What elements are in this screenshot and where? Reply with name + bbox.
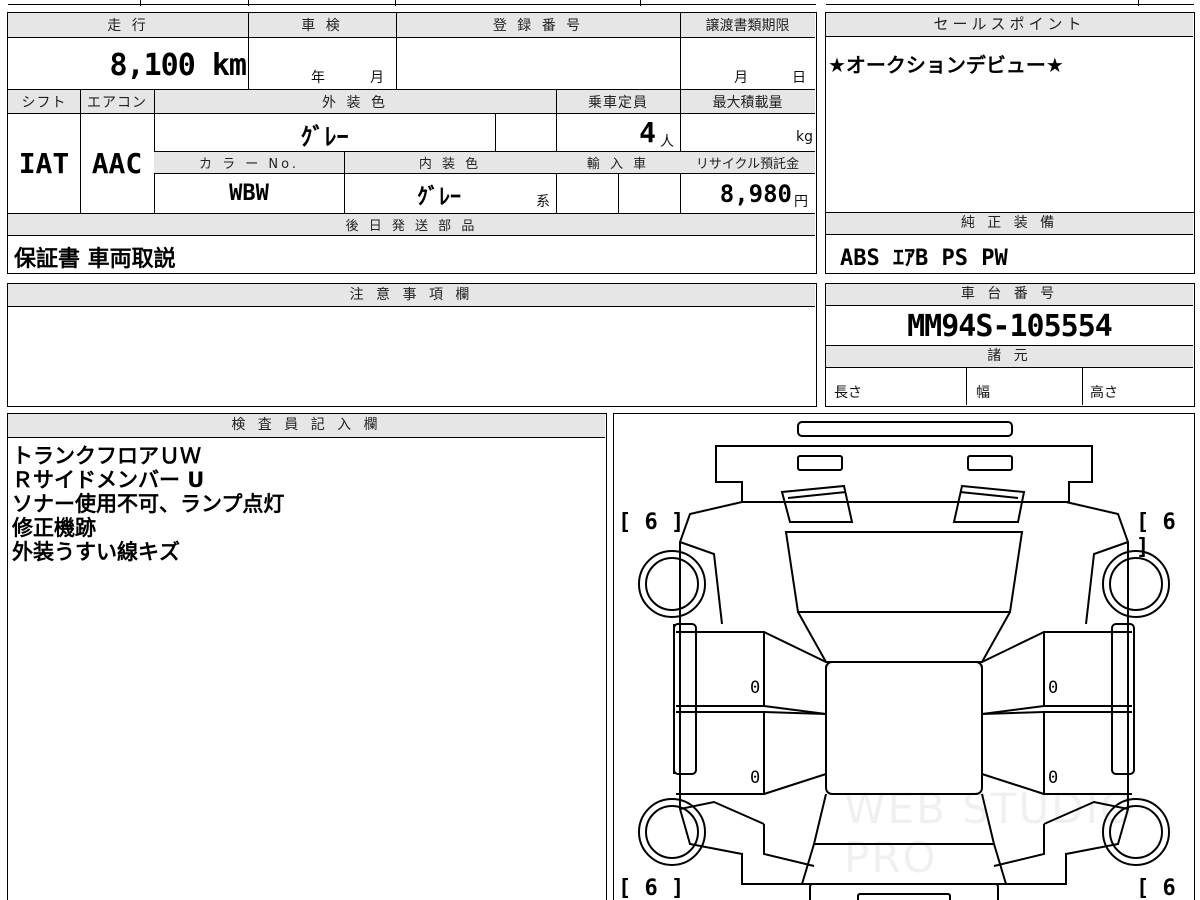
max-load-label: 最大積載量 [712, 95, 783, 111]
caution-label: 注 意 事 項 欄 [8, 284, 815, 307]
interior-color-value: ｸﾞﾚｰ [416, 185, 461, 210]
capacity-value: 4 [639, 116, 656, 149]
interior-color-label: 内 装 色 [418, 157, 482, 172]
sales-point-label: セールスポイント [826, 13, 1193, 37]
chassis-label: 車 台 番 号 [826, 284, 1193, 306]
inspector-note: ソナー使用不可、ランプ点灯 [12, 492, 285, 516]
inspector-notes-list: トランクフロアＵＷ Ｒサイドメンバー U ソナー使用不可、ランプ点灯 修正機跡 … [12, 444, 284, 564]
caution-box: 注 意 事 項 欄 [7, 283, 817, 407]
inspection-year: 年 [311, 70, 325, 86]
inspector-notes-label: 検 査 員 記 入 欄 [8, 414, 605, 438]
shift-value: IAT [18, 147, 70, 180]
chassis-number: MM94S-105554 [907, 309, 1113, 344]
later-parts-value: 保証書 車両取説 [14, 247, 176, 272]
inspector-notes-box: 検 査 員 記 入 欄 トランクフロアＵＷ Ｒサイドメンバー U ソナー使用不可… [7, 413, 607, 900]
recycle-fee-label: リサイクル預託金 [695, 157, 800, 172]
vehicle-info-table: 走 行 車 検 登 録 番 号 譲渡書類期限 8,100 km 年 月 月 日 … [7, 12, 817, 274]
import-label: 輸 入 車 [586, 157, 650, 172]
capacity-unit: 人 [660, 134, 674, 150]
color-no-value: WBW [229, 181, 269, 206]
shift-label: シフト [21, 95, 67, 111]
door-mark-left-front: 0 [750, 768, 761, 788]
inspector-note: トランクフロアＵＷ [12, 444, 201, 468]
recycle-fee-unit: 円 [794, 194, 808, 210]
registration-label: 登 録 番 号 [492, 18, 584, 34]
inspection-label: 車 検 [301, 18, 343, 34]
tire-depth-rear-right: [ 6 ] [1136, 510, 1176, 560]
genuine-equipment-box: 純 正 装 備 ABS ｴｱB PS PW [825, 212, 1195, 274]
top-strip [0, 0, 1200, 6]
mileage-value: 8,100 km [109, 48, 248, 83]
transfer-month: 月 [734, 70, 748, 86]
watermark: WEB STUDIO PRO [844, 784, 1136, 882]
sales-point-box: セールスポイント ★オークションデビュー★ [825, 12, 1195, 214]
transfer-day: 日 [792, 70, 806, 86]
exterior-color-label: 外 装 色 [322, 95, 388, 111]
color-no-label: カ ラ ー No. [199, 157, 299, 172]
ac-value: AAC [91, 147, 143, 180]
ac-label: エアコン [87, 95, 147, 111]
interior-color-suffix: 系 [536, 194, 550, 210]
capacity-label: 乗車定員 [588, 95, 648, 111]
inspector-note: Ｒサイドメンバー U [12, 468, 205, 492]
genuine-equipment-value: ABS ｴｱB PS PW [840, 246, 1008, 271]
height-label: 高さ [1090, 385, 1118, 401]
sales-point-value: ★オークションデビュー★ [828, 53, 1064, 77]
tire-depth-rear-left: [ 6 ] [618, 510, 685, 535]
transfer-deadline-label: 譲渡書類期限 [705, 18, 790, 34]
later-parts-label: 後 日 発 送 部 品 [345, 219, 478, 234]
door-mark-left-rear: 0 [750, 678, 761, 698]
chassis-box: 車 台 番 号 MM94S-105554 諸 元 長さ 幅 高さ [825, 283, 1195, 407]
tire-depth-front-left: [ 6 ] [618, 876, 685, 900]
mileage-label: 走 行 [107, 18, 149, 34]
door-mark-right-rear: 0 [1048, 678, 1059, 698]
inspector-note: 外装うすい線キズ [12, 540, 180, 564]
width-label: 幅 [976, 385, 990, 401]
inspector-note: 修正機跡 [12, 516, 96, 540]
length-label: 長さ [834, 385, 862, 401]
exterior-color-value: ｸﾞﾚｰ [300, 123, 349, 151]
max-load-unit: kg [796, 129, 813, 145]
genuine-equipment-label: 純 正 装 備 [826, 213, 1193, 235]
recycle-fee-value: 8,980 [719, 180, 792, 208]
specs-label: 諸 元 [826, 346, 1193, 368]
inspection-month: 月 [370, 70, 384, 86]
car-damage-diagram: [ 6 ] [ 6 ] [ 6 ] [ 6 ] 0 0 0 0 WEB STUD… [613, 413, 1195, 900]
